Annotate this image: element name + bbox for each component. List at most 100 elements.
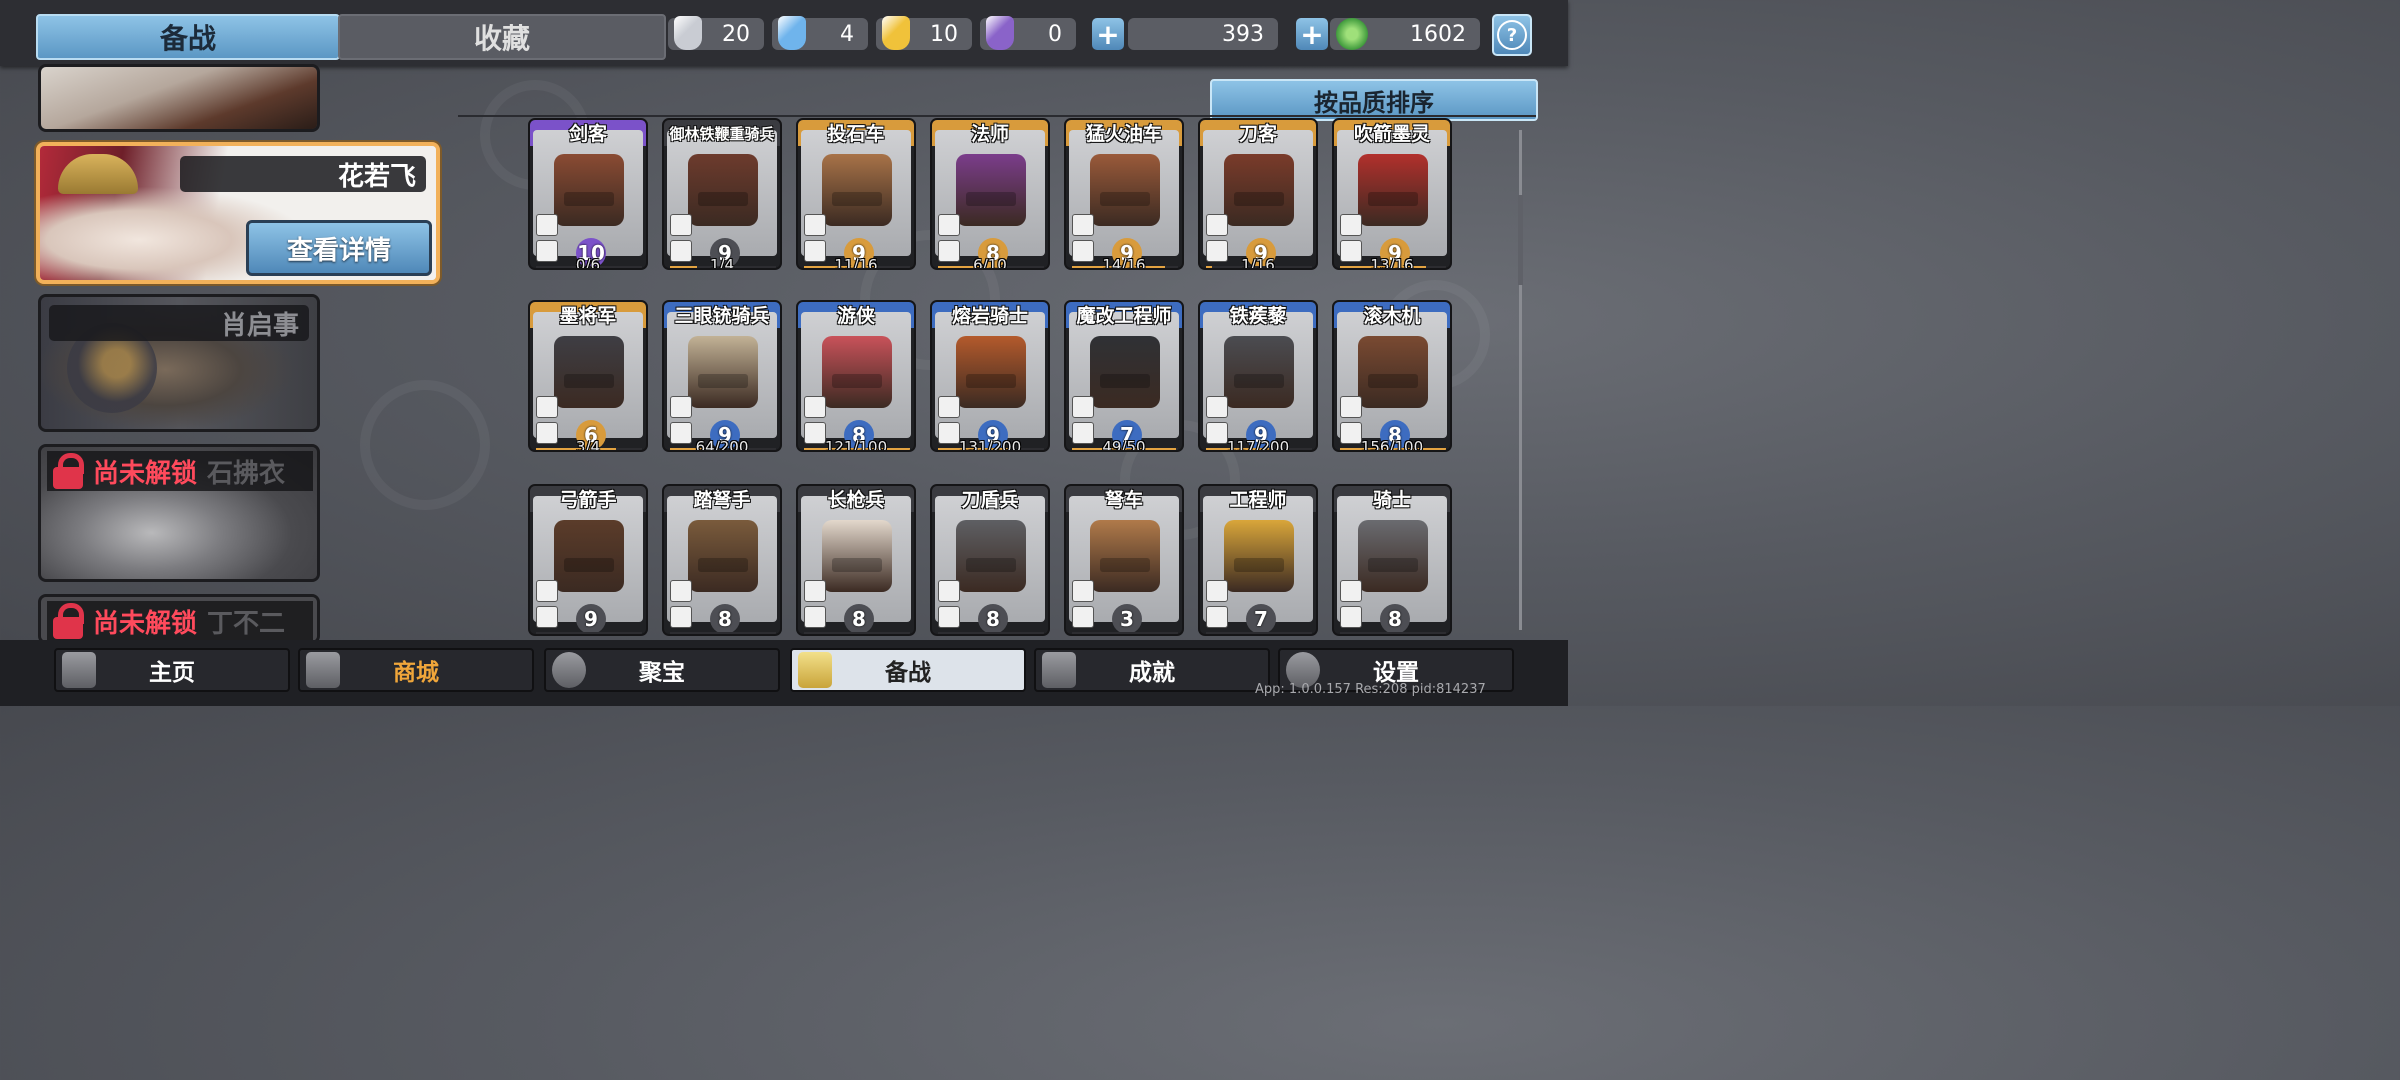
unit-name: 长枪兵: [827, 489, 885, 511]
unit-card[interactable]: 弩车 3: [1064, 484, 1184, 636]
unit-name: 御林铁鞭重骑兵: [669, 125, 775, 143]
unit-card[interactable]: 长枪兵 8: [796, 484, 916, 636]
hero-card-locked-2[interactable]: 尚未解锁 丁不二: [38, 594, 320, 644]
unit-figure: [956, 520, 1026, 592]
unit-name: 游侠: [836, 305, 875, 327]
unit-card[interactable]: 御林铁鞭重骑兵 9 1/4: [662, 118, 782, 270]
unit-figure: [956, 336, 1026, 408]
unit-figure: [688, 520, 758, 592]
unit-card[interactable]: 铁蒺藜 9 117/200: [1198, 300, 1318, 452]
unit-card[interactable]: 刀客 9 1/16: [1198, 118, 1318, 270]
unit-card[interactable]: 滚木机 8 156/100: [1332, 300, 1452, 452]
card-deck-icon: [798, 652, 832, 688]
nav-card-deck[interactable]: 备战: [790, 648, 1026, 692]
chariot-skill-icon: [804, 606, 826, 628]
unit-card[interactable]: 弓箭手 9: [528, 484, 648, 636]
skull-skill-icon: [1072, 396, 1094, 418]
treasure-eye-icon: [552, 652, 586, 688]
unit-level-badge: 8: [844, 604, 874, 634]
unit-card[interactable]: 骑士 8: [1332, 484, 1452, 636]
chariot-skill-icon: [1340, 606, 1362, 628]
upgrade-progress-text: 1/16: [1241, 256, 1275, 270]
upgrade-progress-text: 14/16: [1102, 256, 1146, 270]
gear-skill-icon: [1340, 214, 1362, 236]
hero-card-locked-1[interactable]: 尚未解锁 石拂衣: [38, 444, 320, 582]
upgrade-progress-text: 11/16: [834, 256, 878, 270]
gear-skill-icon: [536, 580, 558, 602]
hero-card-xiaoqishi[interactable]: 肖启事: [38, 294, 320, 432]
unit-card[interactable]: 投石车 9 11/16: [796, 118, 916, 270]
lock-banner: 尚未解锁 丁不二: [47, 601, 313, 641]
unit-name: 三眼铳骑兵: [674, 305, 770, 327]
unit-figure: [1224, 154, 1294, 226]
tab-collection[interactable]: 收藏: [338, 14, 666, 60]
unit-level: 8: [852, 607, 866, 631]
unit-level: 8: [718, 607, 732, 631]
hero-card-selected[interactable]: 花若飞 查看详情: [36, 142, 440, 284]
nav-treasure-eye[interactable]: 聚宝: [544, 648, 780, 692]
unit-figure: [822, 154, 892, 226]
unit-level: 8: [1388, 607, 1402, 631]
view-details-button[interactable]: 查看详情: [246, 220, 432, 276]
tab-prepare[interactable]: 备战: [36, 14, 340, 60]
unit-card[interactable]: 熔岩骑士 9 131/200: [930, 300, 1050, 452]
nav-label: 主页: [149, 660, 195, 686]
unit-card[interactable]: 工程师 7: [1198, 484, 1318, 636]
upgrade-progress-text: 131/200: [958, 438, 1022, 452]
shield-skill-icon: [1206, 214, 1228, 236]
armor-skill-icon: [938, 606, 960, 628]
blue-scroll-icon: [778, 16, 806, 50]
scrollbar-thumb[interactable]: [1518, 195, 1523, 285]
unit-level: 8: [986, 607, 1000, 631]
fist-skill-icon: [1072, 606, 1094, 628]
helmet-skill-icon: [1206, 606, 1228, 628]
lock-text: 尚未解锁: [93, 458, 198, 489]
unit-card[interactable]: 吹箭墨灵 9 13/16: [1332, 118, 1452, 270]
unit-card[interactable]: 魔改工程师 7 49/50: [1064, 300, 1184, 452]
unit-figure: [1358, 154, 1428, 226]
upgrade-progress-text: 117/200: [1226, 438, 1290, 452]
help-button[interactable]: ?: [1492, 14, 1532, 56]
unit-level-badge: 3: [1112, 604, 1142, 634]
nav-achievement-grid[interactable]: 成就: [1034, 648, 1270, 692]
unit-level-badge: 8: [710, 604, 740, 634]
nav-label: 成就: [1129, 660, 1175, 686]
unit-figure: [956, 154, 1026, 226]
home-gate-icon: [62, 652, 96, 688]
shield-skill-icon: [670, 214, 692, 236]
unit-card[interactable]: 三眼铳骑兵 9 64/200: [662, 300, 782, 452]
upgrade-progress-text: 3/4: [575, 438, 601, 452]
lock-banner: 尚未解锁 石拂衣: [47, 451, 313, 491]
add-jade-button[interactable]: +: [1296, 18, 1328, 51]
unit-name: 剑客: [568, 123, 607, 145]
add-silver-button[interactable]: +: [1092, 18, 1124, 51]
unit-name: 踏弩手: [693, 489, 751, 511]
unit-card[interactable]: 法师 8 6/10: [930, 118, 1050, 270]
unit-figure: [1090, 336, 1160, 408]
unit-card[interactable]: 踏弩手 8: [662, 484, 782, 636]
nav-shop-coins[interactable]: 商城: [298, 648, 534, 692]
purple-scroll-icon: [986, 16, 1014, 50]
unit-name: 弓箭手: [559, 489, 617, 511]
helmet-skill-icon: [670, 606, 692, 628]
unit-card[interactable]: 猛火油车 9 14/16: [1064, 118, 1184, 270]
nav-label: 聚宝: [639, 660, 685, 686]
fist-skill-icon: [536, 606, 558, 628]
unit-name: 骑士: [1372, 489, 1411, 511]
unit-card[interactable]: 剑客 10 0/6: [528, 118, 648, 270]
unit-card[interactable]: 墨将军 6 3/4: [528, 300, 648, 452]
hero-card-partial[interactable]: [38, 64, 320, 132]
upgrade-progress-text: 1/4: [709, 256, 735, 270]
unit-figure: [554, 336, 624, 408]
unit-figure: [688, 154, 758, 226]
upgrade-progress-bar: [1206, 632, 1312, 634]
unit-figure: [554, 520, 624, 592]
upgrade-progress-bar: [1072, 632, 1178, 634]
skull-skill-icon: [938, 214, 960, 236]
unit-card[interactable]: 游侠 8 121/100: [796, 300, 916, 452]
unit-name: 刀客: [1238, 123, 1277, 145]
unit-card[interactable]: 刀盾兵 8: [930, 484, 1050, 636]
resource-value: 10: [930, 21, 958, 47]
nav-home-gate[interactable]: 主页: [54, 648, 290, 692]
upgrade-progress-text: 64/200: [695, 438, 749, 452]
